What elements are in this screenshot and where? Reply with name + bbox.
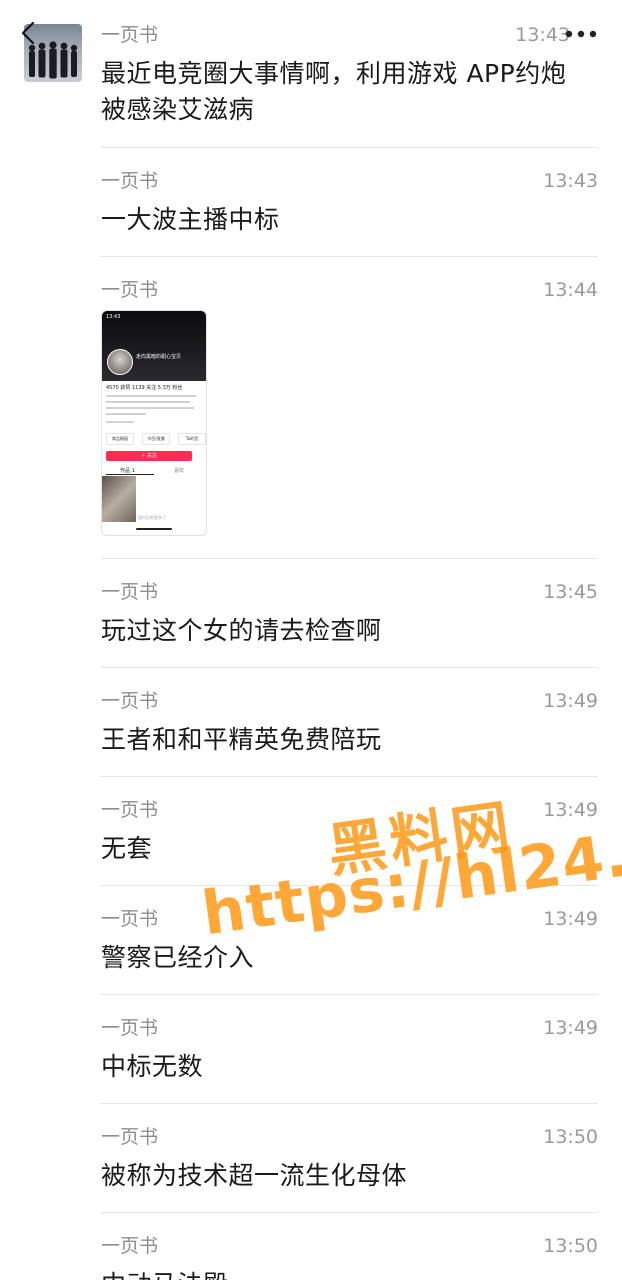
follow-button: + 关注 — [106, 451, 192, 461]
message-time: 13:49 — [543, 690, 598, 712]
message-time: 13:49 — [543, 908, 598, 930]
sender-name: 一页书 — [101, 799, 159, 821]
bio-line — [106, 413, 146, 415]
message-text: 警察已经介入 — [101, 943, 255, 972]
shop-window-item: 商品橱窗 — [106, 433, 134, 445]
divider — [101, 147, 598, 148]
home-indicator — [136, 528, 172, 530]
message-time: 13:43 — [515, 24, 570, 46]
sender-name: 一页书 — [101, 1235, 159, 1257]
message-item[interactable]: 一页书 13:49 王者和和平精英免费陪玩 — [101, 690, 598, 760]
divider — [101, 558, 598, 559]
message-text: 中动马法殿 — [101, 1267, 581, 1280]
message-text: 王者和和平精英免费陪玩 — [101, 725, 382, 754]
chevron-left-icon — [21, 21, 35, 45]
more-dots-icon — [565, 30, 597, 38]
message-text: 玩过这个女的请去检查啊 — [101, 616, 382, 645]
profile-avatar — [107, 349, 133, 375]
image-message-thumbnail[interactable]: 13:43 走向黑暗的甜心宝贝 4570 获赞 1139 关注 5.3万 粉丝 … — [101, 310, 207, 536]
sender-name: 一页书 — [101, 1017, 159, 1039]
music-item: Ta的音 — [178, 433, 206, 445]
live-item: 节目/直播 — [142, 433, 170, 445]
sender-name: 一页书 — [101, 279, 159, 301]
message-item[interactable]: 一页书 13:50 被称为技术超一流生化母体 — [101, 1126, 598, 1196]
message-text: 最近电竞圈大事情啊，利用游戏 APP约炮被感染艾滋病 — [101, 59, 567, 124]
divider — [101, 994, 598, 995]
divider — [101, 256, 598, 257]
sender-name: 一页书 — [101, 581, 159, 603]
message-time: 13:44 — [543, 279, 598, 301]
bio-line — [106, 421, 134, 423]
divider — [101, 1212, 598, 1213]
empty-tip: 暂时没有更多了 — [138, 515, 166, 520]
divider — [101, 667, 598, 668]
message-time: 13:49 — [543, 1017, 598, 1039]
message-item[interactable]: 一页书 13:50 中动马法殿 — [101, 1235, 598, 1280]
video-thumbnail — [102, 476, 136, 522]
sender-name: 一页书 — [101, 690, 159, 712]
bio-line — [106, 395, 196, 397]
sender-name: 一页书 — [101, 170, 159, 192]
divider — [101, 776, 598, 777]
message-item[interactable]: 一页书 13:49 中标无数 — [101, 1017, 598, 1087]
message-item[interactable]: 一页书 13:43 最近电竞圈大事情啊，利用游戏 APP约炮被感染艾滋病 — [101, 24, 598, 134]
message-time: 13:45 — [543, 581, 598, 603]
chat-screen: 一页书 13:43 最近电竞圈大事情啊，利用游戏 APP约炮被感染艾滋病 一页书… — [0, 0, 622, 1280]
more-button[interactable] — [564, 26, 598, 40]
tab-likes: 喜欢 — [174, 468, 185, 474]
message-item[interactable]: 一页书 13:44 — [101, 279, 598, 309]
message-item[interactable]: 一页书 13:43 一大波主播中标 — [101, 170, 598, 240]
message-time: 13:43 — [543, 170, 598, 192]
profile-stats: 4570 获赞 1139 关注 5.3万 粉丝 — [106, 385, 183, 391]
back-button[interactable] — [18, 20, 40, 46]
message-time: 13:49 — [543, 799, 598, 821]
status-time: 13:43 — [106, 314, 121, 320]
message-time: 13:50 — [543, 1126, 598, 1148]
message-text: 一大波主播中标 — [101, 205, 280, 234]
divider — [101, 1103, 598, 1104]
sender-name: 一页书 — [101, 24, 159, 46]
bio-line — [106, 407, 194, 409]
sender-name: 一页书 — [101, 908, 159, 930]
message-text: 中标无数 — [101, 1052, 204, 1081]
message-item[interactable]: 一页书 13:45 玩过这个女的请去检查啊 — [101, 581, 598, 651]
bio-line — [106, 401, 190, 403]
tab-works: 作品 1 — [120, 468, 135, 474]
message-time: 13:50 — [543, 1235, 598, 1257]
sender-name: 一页书 — [101, 1126, 159, 1148]
profile-name: 走向黑暗的甜心宝贝 — [136, 354, 182, 360]
message-text: 被称为技术超一流生化母体 — [101, 1161, 408, 1190]
tab-underline — [106, 474, 154, 475]
